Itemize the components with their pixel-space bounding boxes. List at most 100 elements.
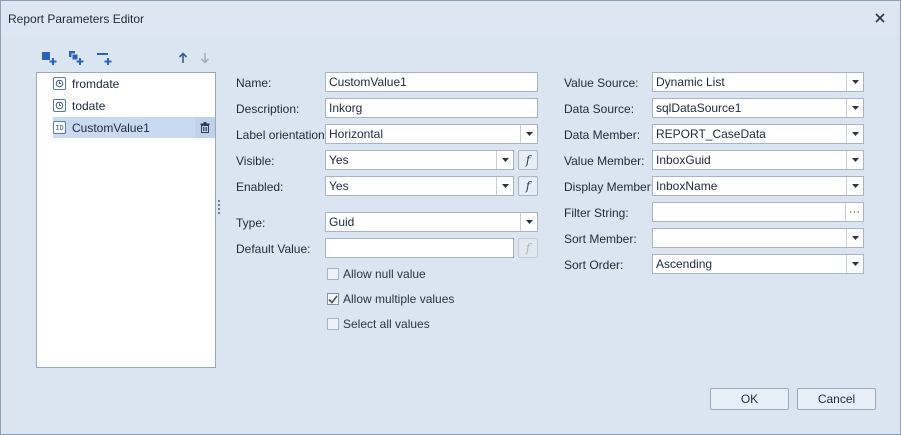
value-member-dropdown-button[interactable] [846,151,863,169]
checkbox-box [327,318,339,330]
select-all-checkbox[interactable]: Select all values [327,316,430,332]
move-down-icon [200,53,210,64]
value-member-value: InboxGuid [656,153,711,167]
date-param-icon [53,99,66,112]
default-value-label: Default Value: [236,242,311,256]
display-member-value: InboxName [656,179,718,193]
checkbox-box-checked [327,293,339,305]
name-input[interactable]: CustomValue1 [325,72,538,92]
list-item[interactable]: fromdate [53,73,215,94]
display-member-label: Display Member: [564,180,655,194]
label-orientation-dropdown-button[interactable] [520,125,537,143]
ok-button[interactable]: OK [710,388,789,410]
parameter-label: fromdate [72,76,120,91]
add-range-parameter-button[interactable] [95,49,113,67]
sort-member-dropdown-button[interactable] [846,229,863,247]
cancel-button[interactable]: Cancel [797,388,876,410]
type-label: Type: [236,216,266,230]
move-up-button[interactable] [174,49,192,67]
chevron-down-icon [501,158,509,162]
title-bar: Report Parameters Editor [1,1,900,35]
add-cascading-parameter-icon [69,51,84,65]
chevron-down-icon [501,184,509,188]
data-source-dropdown-button[interactable] [846,99,863,117]
trash-icon [200,122,210,133]
filter-string-label: Filter String: [564,206,629,220]
value-source-dropdown-button[interactable] [846,73,863,91]
visible-expression-button[interactable]: f [518,150,538,170]
splitter-handle[interactable] [217,199,221,215]
description-label: Description: [236,102,300,116]
allow-null-label: Allow null value [343,267,426,281]
visible-dropdown-button[interactable] [496,151,513,169]
allow-multiple-checkbox[interactable]: Allow multiple values [327,291,454,307]
enabled-select[interactable]: Yes [325,176,514,196]
label-orientation-select[interactable]: Horizontal [325,124,538,144]
chevron-down-icon [851,184,859,188]
parameter-label: CustomValue1 [72,120,150,135]
enabled-dropdown-button[interactable] [496,177,513,195]
chevron-down-icon [851,132,859,136]
description-input[interactable]: Inkorg [325,98,538,118]
date-param-icon [53,77,66,90]
data-member-select[interactable]: REPORT_CaseData [652,124,864,144]
data-member-dropdown-button[interactable] [846,125,863,143]
type-dropdown-button[interactable] [520,213,537,231]
close-button[interactable] [871,9,889,27]
data-source-select[interactable]: sqlDataSource1 [652,98,864,118]
move-down-button[interactable] [196,49,214,67]
chevron-down-icon [525,220,533,224]
parameter-label: todate [72,98,106,113]
sort-member-label: Sort Member: [564,232,637,246]
label-orientation-label: Label orientation: [236,128,329,142]
select-all-label: Select all values [343,317,430,331]
chevron-down-icon [851,158,859,162]
move-up-icon [178,52,188,63]
list-item[interactable]: todate [53,95,215,116]
visible-value: Yes [329,153,349,167]
value-source-label: Value Source: [564,76,639,90]
type-value: Guid [329,215,355,229]
value-member-select[interactable]: InboxGuid [652,150,864,170]
chevron-down-icon [525,132,533,136]
close-icon [875,13,885,23]
type-select[interactable]: Guid [325,212,538,232]
filter-string-input[interactable]: ··· [652,202,864,222]
filter-string-edit-button[interactable]: ··· [845,203,863,221]
sort-order-dropdown-button[interactable] [846,255,863,273]
label-orientation-value: Horizontal [329,127,384,141]
window-title: Report Parameters Editor [8,12,145,26]
name-label: Name: [236,76,272,90]
value-source-select[interactable]: Dynamic List [652,72,864,92]
checkmark-icon [328,295,338,304]
add-cascading-parameter-button[interactable] [67,49,85,67]
display-member-dropdown-button[interactable] [846,177,863,195]
delete-parameter-button[interactable] [195,117,215,138]
sort-order-label: Sort Order: [564,258,624,272]
data-source-label: Data Source: [564,102,635,116]
id-param-icon: ID [53,121,66,134]
value-member-label: Value Member: [564,154,645,168]
sort-order-select[interactable]: Ascending [652,254,864,274]
visible-select[interactable]: Yes [325,150,514,170]
allow-null-checkbox[interactable]: Allow null value [327,266,426,282]
value-source-value: Dynamic List [656,75,725,89]
sort-member-select[interactable] [652,228,864,248]
allow-multiple-label: Allow multiple values [343,292,455,306]
enabled-expression-button[interactable]: f [518,176,538,196]
chevron-down-icon [851,106,859,110]
enabled-label: Enabled: [236,180,284,194]
add-parameter-icon [42,52,57,65]
data-member-value: REPORT_CaseData [656,127,766,141]
chevron-down-icon [851,262,859,266]
default-value-input[interactable] [325,238,514,258]
parameter-list[interactable]: fromdate todate ID CustomValue1 [36,72,216,368]
display-member-select[interactable]: InboxName [652,176,864,196]
checkbox-box [327,268,339,280]
data-member-label: Data Member: [564,128,641,142]
chevron-down-icon [851,80,859,84]
add-parameter-button[interactable] [40,49,58,67]
report-parameters-dialog: Report Parameters Editor fromdate todate… [0,0,901,435]
default-value-expression-button: f [518,238,538,258]
list-item-selected[interactable]: ID CustomValue1 [53,117,215,138]
